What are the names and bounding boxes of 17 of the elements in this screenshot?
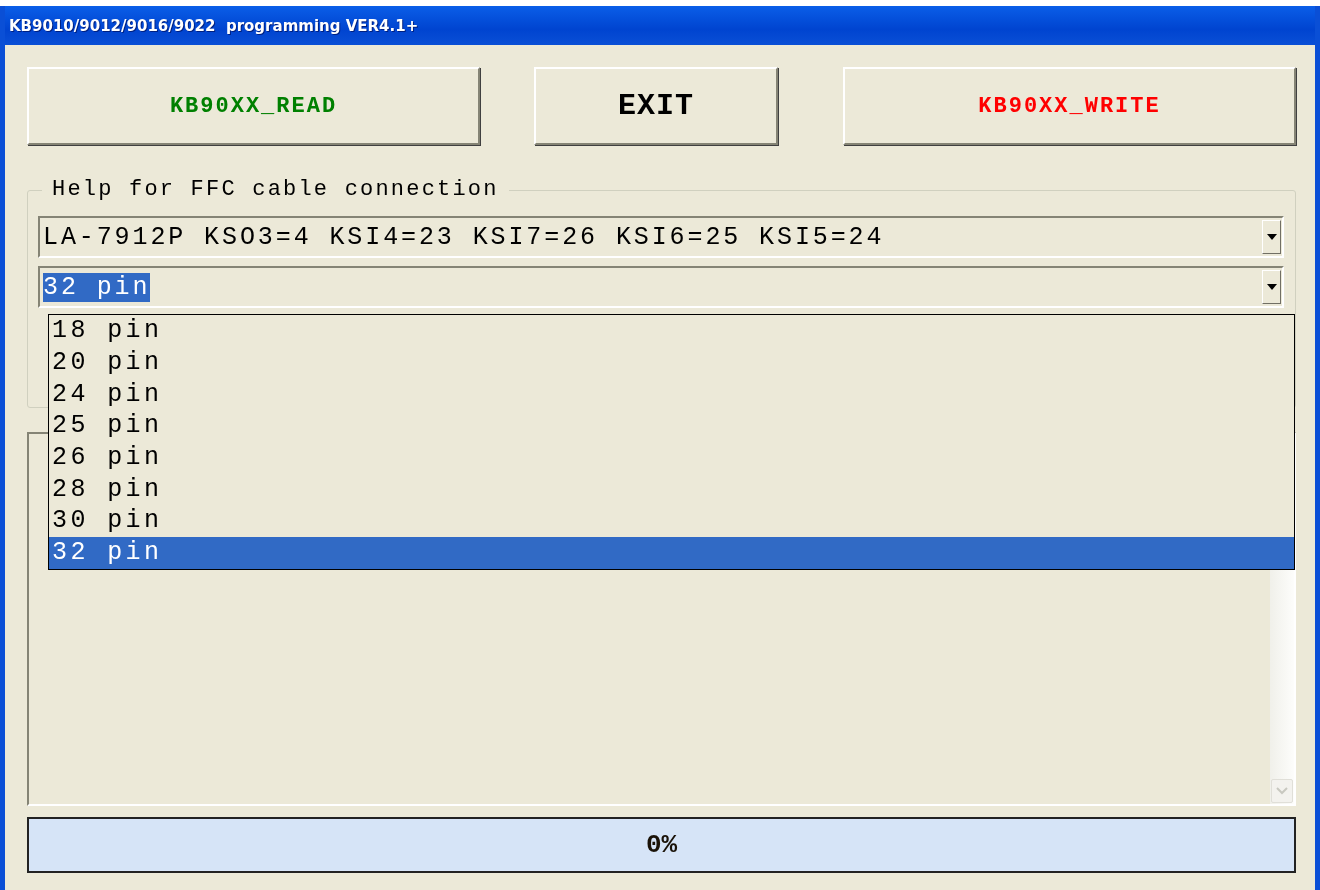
progress-text: 0% — [645, 830, 678, 860]
group-legend: Help for FFC cable connection — [42, 177, 509, 202]
read-button[interactable]: KB90XX_READ — [27, 67, 480, 145]
dropdown-option[interactable]: 30 pin — [49, 505, 1294, 537]
pin-combo[interactable]: 32 pin — [38, 266, 1284, 308]
dropdown-option[interactable]: 26 pin — [49, 441, 1294, 474]
dropdown-option[interactable]: 25 pin — [49, 410, 1294, 442]
exit-button[interactable]: EXIT — [534, 67, 778, 145]
dropdown-option[interactable]: 24 pin — [49, 378, 1294, 411]
dropdown-option[interactable]: 18 pin — [49, 315, 1294, 347]
dropdown-option[interactable]: 20 pin — [49, 346, 1294, 379]
dropdown-arrow-icon — [1266, 234, 1277, 240]
dropdown-option[interactable]: 28 pin — [49, 473, 1294, 506]
dropdown-arrow-icon — [1266, 284, 1277, 290]
cable-combo[interactable]: LA-7912P KSO3=4 KSI4=23 KSI7=26 KSI6=25 KSI5=24 — [38, 216, 1284, 258]
window-title: KB9010/9012/9016/9022 programming VER4.1+ — [5, 6, 1315, 45]
dropdown-option[interactable]: 32 pin — [49, 536, 1294, 569]
